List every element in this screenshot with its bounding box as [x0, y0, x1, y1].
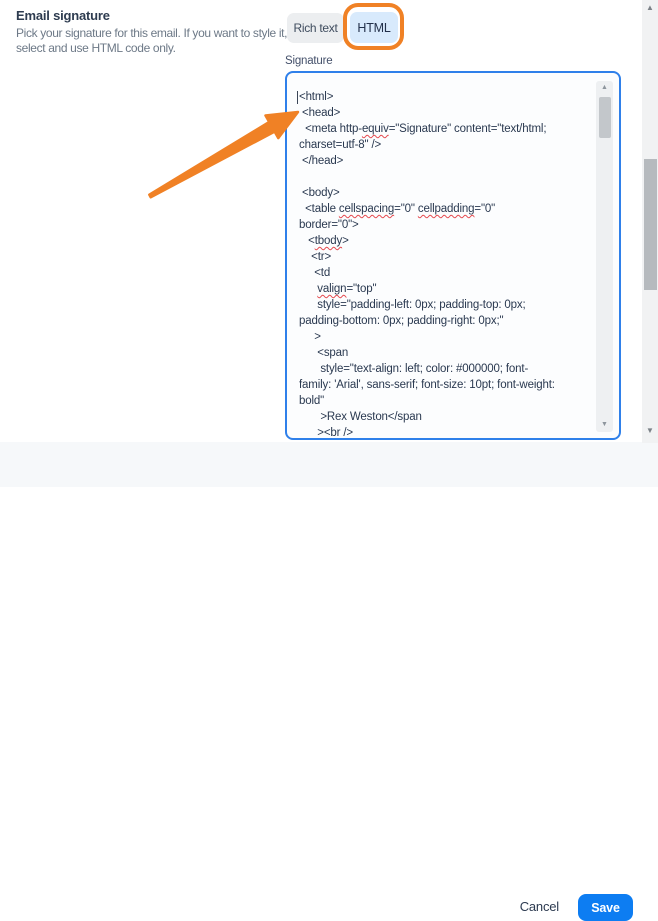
- misspelled-word: tbody: [315, 235, 342, 247]
- code-line: style="padding-left: 0px; padding-top: 0…: [299, 297, 593, 313]
- page-description: Pick your signature for this email. If y…: [16, 26, 288, 55]
- page-scrollbar[interactable]: ▲ ▼: [642, 0, 658, 443]
- code-line: <tr>: [299, 249, 593, 265]
- textarea-scrollbar-thumb[interactable]: [599, 97, 611, 138]
- textarea-scrollbar[interactable]: ▲ ▼: [596, 81, 613, 432]
- dialog-footer: Cancel Save: [0, 442, 658, 487]
- code-line: <head>: [299, 105, 593, 121]
- signature-code-textarea[interactable]: <html> <head> <meta http-equiv="Signatur…: [285, 71, 621, 440]
- scroll-up-arrow-icon[interactable]: ▲: [596, 83, 613, 93]
- page-title: Email signature: [16, 8, 110, 23]
- code-line: padding-bottom: 0px; padding-right: 0px;…: [299, 313, 593, 329]
- code-line: </head>: [299, 153, 593, 169]
- page-scroll-up-arrow-icon[interactable]: ▲: [642, 2, 658, 14]
- code-line: <td: [299, 265, 593, 281]
- code-line: >Rex Weston</span: [299, 409, 593, 425]
- code-line: <body>: [299, 185, 593, 201]
- page-scroll-down-arrow-icon[interactable]: ▼: [642, 425, 658, 437]
- code-line: [299, 169, 593, 185]
- rich-text-toggle-button[interactable]: Rich text: [287, 13, 344, 43]
- signature-label: Signature: [285, 55, 332, 67]
- email-signature-dialog: Email signature Pick your signature for …: [0, 0, 658, 487]
- signature-code-content: <html> <head> <meta http-equiv="Signatur…: [299, 89, 593, 438]
- save-button[interactable]: Save: [578, 894, 633, 921]
- scroll-down-arrow-icon[interactable]: ▼: [596, 420, 613, 430]
- text-caret: [297, 91, 298, 104]
- misspelled-word: valign: [317, 283, 346, 295]
- code-line: <table cellspacing="0" cellpadding="0": [299, 201, 593, 217]
- code-line: bold": [299, 393, 593, 409]
- page-scrollbar-thumb[interactable]: [644, 159, 657, 290]
- code-line: <tbody>: [299, 233, 593, 249]
- code-line: <html>: [299, 89, 593, 105]
- misspelled-word: equiv: [362, 123, 389, 135]
- misspelled-word: br: [330, 427, 340, 438]
- html-toggle-button[interactable]: HTML: [350, 12, 398, 43]
- code-line: valign="top": [299, 281, 593, 297]
- code-line: >: [299, 329, 593, 345]
- code-line: <meta http-equiv="Signature" content="te…: [299, 121, 593, 137]
- code-line: ><br />: [299, 425, 593, 438]
- code-line: style="text-align: left; color: #000000;…: [299, 361, 593, 377]
- code-line: border="0">: [299, 217, 593, 233]
- cancel-button[interactable]: Cancel: [520, 899, 559, 914]
- code-line: charset=utf-8" />: [299, 137, 593, 153]
- code-line: <span: [299, 345, 593, 361]
- code-line: family: 'Arial', sans-serif; font-size: …: [299, 377, 593, 393]
- misspelled-word: cellspacing: [339, 203, 394, 215]
- misspelled-word: cellpadding: [418, 203, 475, 215]
